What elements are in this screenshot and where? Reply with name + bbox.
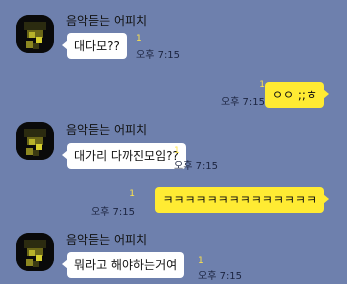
- pixel-avatar-icon: [16, 15, 54, 53]
- sender-name: 음악듣는 어피치: [66, 14, 148, 28]
- pixel-avatar-icon: [16, 122, 54, 160]
- message-time: 오후 7:15: [90, 207, 135, 218]
- avatar[interactable]: [16, 122, 54, 160]
- sender-name: 음악듣는 어피치: [66, 233, 148, 247]
- unread-count: 1: [129, 189, 135, 199]
- message-bubble[interactable]: 뭐라고 해야하는거여: [61, 252, 185, 278]
- message-bubble[interactable]: ㅋㅋㅋㅋㅋㅋㅋㅋㅋㅋㅋㅋㅋㅋ: [155, 187, 329, 213]
- message-time: 오후 7:15: [136, 50, 181, 61]
- pixel-avatar-icon: [16, 233, 54, 271]
- sender-name: 음악듣는 어피치: [66, 123, 148, 137]
- message-time: 오후 7:15: [198, 271, 243, 282]
- avatar[interactable]: [16, 15, 54, 53]
- message-time: 오후 7:15: [220, 97, 265, 108]
- message-time: 오후 7:15: [174, 161, 219, 172]
- avatar[interactable]: [16, 233, 54, 271]
- unread-count: 1: [198, 256, 204, 266]
- message-bubble[interactable]: ㅇㅇ ;;ㅎ: [264, 82, 330, 108]
- unread-count: 1: [174, 146, 180, 156]
- unread-count: 1: [136, 34, 142, 44]
- message-bubble[interactable]: 대다모??: [62, 33, 127, 59]
- message-bubble[interactable]: 대가리 다까진모임??: [62, 143, 186, 169]
